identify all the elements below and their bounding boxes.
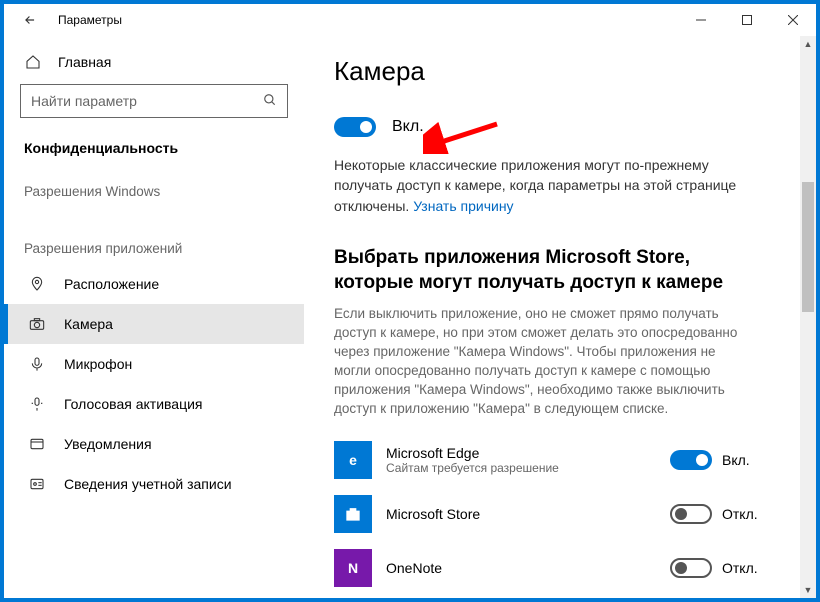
sidebar-item-voice-activation[interactable]: Голосовая активация [4,384,304,424]
section-description: Если выключить приложение, оно не сможет… [334,305,754,418]
scroll-up-arrow[interactable]: ▲ [800,36,816,52]
home-label: Главная [58,54,111,70]
minimize-button[interactable] [678,4,724,36]
scroll-thumb[interactable] [802,182,814,312]
account-icon [28,476,46,492]
location-icon [28,276,46,292]
window-title: Параметры [58,13,122,27]
onenote-icon: N [334,549,372,587]
search-input[interactable]: Найти параметр [20,84,288,118]
app-row-store: Microsoft Store Откл. [334,487,770,541]
notifications-icon [28,436,46,452]
app-name: OneNote [386,560,656,576]
search-placeholder: Найти параметр [31,93,137,109]
sidebar: Главная Найти параметр Конфиденциальност… [4,36,304,598]
edge-icon: e [334,441,372,479]
camera-icon [28,316,46,332]
app-toggle-store[interactable] [670,504,712,524]
back-button[interactable] [16,13,44,27]
home-link[interactable]: Главная [4,44,304,80]
sidebar-item-account-info[interactable]: Сведения учетной записи [4,464,304,504]
app-row-edge: e Microsoft Edge Сайтам требуется разреш… [334,433,770,487]
app-subtext: Сайтам требуется разрешение [386,461,656,475]
learn-why-link[interactable]: Узнать причину [413,198,513,214]
sidebar-item-location[interactable]: Расположение [4,264,304,304]
nav-label: Сведения учетной записи [64,476,232,492]
toggle-state: Вкл. [722,452,750,468]
app-row-onenote: N OneNote Откл. [334,541,770,595]
nav-label: Расположение [64,276,159,292]
page-heading: Камера [334,56,770,87]
content-pane: Камера Вкл. Некоторые классические прило… [304,36,800,598]
settings-window: Параметры Главная Найти параметр [4,4,816,598]
app-name: Microsoft Store [386,506,656,522]
app-toggle-onenote[interactable] [670,558,712,578]
nav-label: Голосовая активация [64,396,203,412]
app-name: Microsoft Edge [386,445,656,461]
nav-label: Камера [64,316,113,332]
toggle-state: Откл. [722,506,758,522]
titlebar: Параметры [4,4,816,36]
microphone-icon [28,356,46,372]
maximize-button[interactable] [724,4,770,36]
camera-master-toggle[interactable] [334,117,376,137]
nav-label: Микрофон [64,356,132,372]
section-heading: Выбрать приложения Microsoft Store, кото… [334,246,754,295]
category-header: Конфиденциальность [4,130,304,172]
close-button[interactable] [770,4,816,36]
scroll-track[interactable] [800,52,816,582]
toggle-label: Вкл. [392,118,424,136]
nav-label: Уведомления [64,436,152,452]
store-icon [334,495,372,533]
window-controls [678,4,816,36]
sidebar-item-notifications[interactable]: Уведомления [4,424,304,464]
sidebar-item-camera[interactable]: Камера [4,304,304,344]
sidebar-item-microphone[interactable]: Микрофон [4,344,304,384]
scroll-down-arrow[interactable]: ▼ [800,582,816,598]
app-toggle-edge[interactable] [670,450,712,470]
group-app-permissions: Разрешения приложений [4,229,304,264]
home-icon [24,54,42,70]
toggle-state: Откл. [722,560,758,576]
search-icon [263,93,277,110]
scrollbar[interactable]: ▲ ▼ [800,36,816,598]
master-description: Некоторые классические приложения могут … [334,155,754,216]
group-windows-permissions: Разрешения Windows [4,172,304,207]
voice-icon [28,396,46,412]
